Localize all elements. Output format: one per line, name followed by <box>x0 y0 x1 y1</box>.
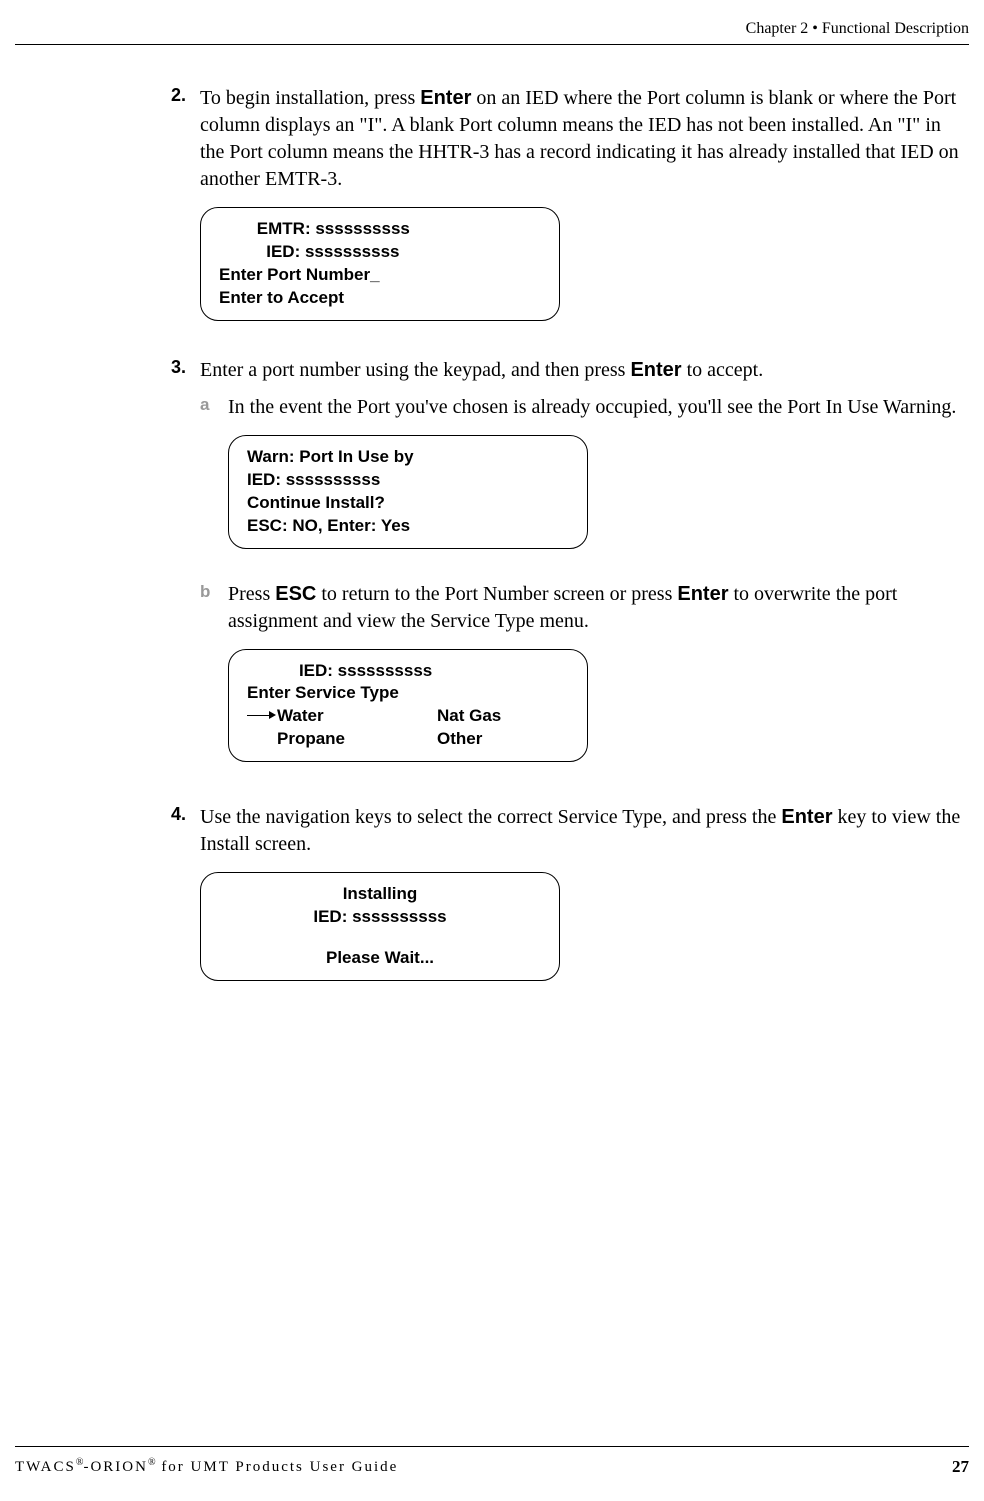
option-natgas: Nat Gas <box>437 705 557 728</box>
substep-b: b Press ESC to return to the Port Number… <box>200 581 969 785</box>
display-line: Enter Port Number_ <box>219 264 541 287</box>
option-label: Water <box>277 706 324 725</box>
page-header: Chapter 2 • Functional Description <box>15 20 969 45</box>
spacer <box>219 929 541 947</box>
brand-orion: -ORION <box>83 1459 148 1475</box>
option-other: Other <box>437 728 557 751</box>
text: Enter a port number using the keypad, an… <box>200 359 630 381</box>
step-body: Enter a port number using the keypad, an… <box>200 357 969 791</box>
display-line: IED: ssssssssss <box>247 469 569 492</box>
display-line: Please Wait... <box>219 947 541 970</box>
text: to accept. <box>682 359 764 381</box>
enter-key: Enter <box>630 359 681 381</box>
text: to return to the Port Number screen or p… <box>316 583 677 605</box>
text: Use the navigation keys to select the co… <box>200 806 781 828</box>
step-number: 3. <box>165 357 200 791</box>
text: In the event the Port you've chosen is a… <box>228 396 956 418</box>
step-3: 3. Enter a port number using the keypad,… <box>165 357 969 791</box>
text: Press <box>228 583 275 605</box>
footer-brand: TWACS®-ORION® for UMT Products User Guid… <box>15 1457 398 1477</box>
step-body: To begin installation, press Enter on an… <box>200 85 969 343</box>
display-line: Enter Service Type <box>247 682 569 705</box>
display-line: Installing <box>219 883 541 906</box>
page-number: 27 <box>952 1457 969 1477</box>
enter-key: Enter <box>677 583 728 605</box>
footer-title: for UMT Products User Guide <box>156 1459 399 1475</box>
page-footer: TWACS®-ORION® for UMT Products User Guid… <box>15 1446 969 1477</box>
step-number: 2. <box>165 85 200 343</box>
lcd-display-installing: Installing IED: ssssssssss Please Wait..… <box>200 872 560 981</box>
text: To begin installation, press <box>200 87 420 109</box>
chapter-title: Chapter 2 • Functional Description <box>746 20 969 37</box>
display-line: ESC: NO, Enter: Yes <box>247 515 569 538</box>
lcd-display-service-type: IED: ssssssssss Enter Service Type Water… <box>228 649 588 763</box>
main-content: 2. To begin installation, press Enter on… <box>15 85 969 1003</box>
display-line: Enter to Accept <box>219 287 541 310</box>
esc-key: ESC <box>275 583 316 605</box>
display-line: EMTR: ssssssssss <box>219 218 541 241</box>
display-line: IED: ssssssssss <box>219 906 541 929</box>
substep-letter: a <box>200 394 228 571</box>
option-propane: Propane <box>277 728 437 751</box>
lcd-display-port-in-use: Warn: Port In Use by IED: ssssssssss Con… <box>228 435 588 549</box>
step-body: Use the navigation keys to select the co… <box>200 804 969 1003</box>
substep-letter: b <box>200 581 228 785</box>
step-number: 4. <box>165 804 200 1003</box>
substep-body: Press ESC to return to the Port Number s… <box>228 581 969 785</box>
enter-key: Enter <box>420 87 471 109</box>
option-water: Water <box>277 705 437 728</box>
display-line: Continue Install? <box>247 492 569 515</box>
display-line: IED: ssssssssss <box>247 660 569 683</box>
service-type-options: Water Nat Gas Propane Other <box>247 705 569 751</box>
enter-key: Enter <box>781 806 832 828</box>
lcd-display-port-entry: EMTR: ssssssssss IED: ssssssssss Enter P… <box>200 207 560 321</box>
display-line: Warn: Port In Use by <box>247 446 569 469</box>
substep-a: a In the event the Port you've chosen is… <box>200 394 969 571</box>
display-line: IED: ssssssssss <box>219 241 541 264</box>
step-2: 2. To begin installation, press Enter on… <box>165 85 969 343</box>
substep-body: In the event the Port you've chosen is a… <box>228 394 969 571</box>
brand-twacs: TWACS <box>15 1459 76 1475</box>
step-4: 4. Use the navigation keys to select the… <box>165 804 969 1003</box>
reg-mark: ® <box>148 1457 156 1468</box>
